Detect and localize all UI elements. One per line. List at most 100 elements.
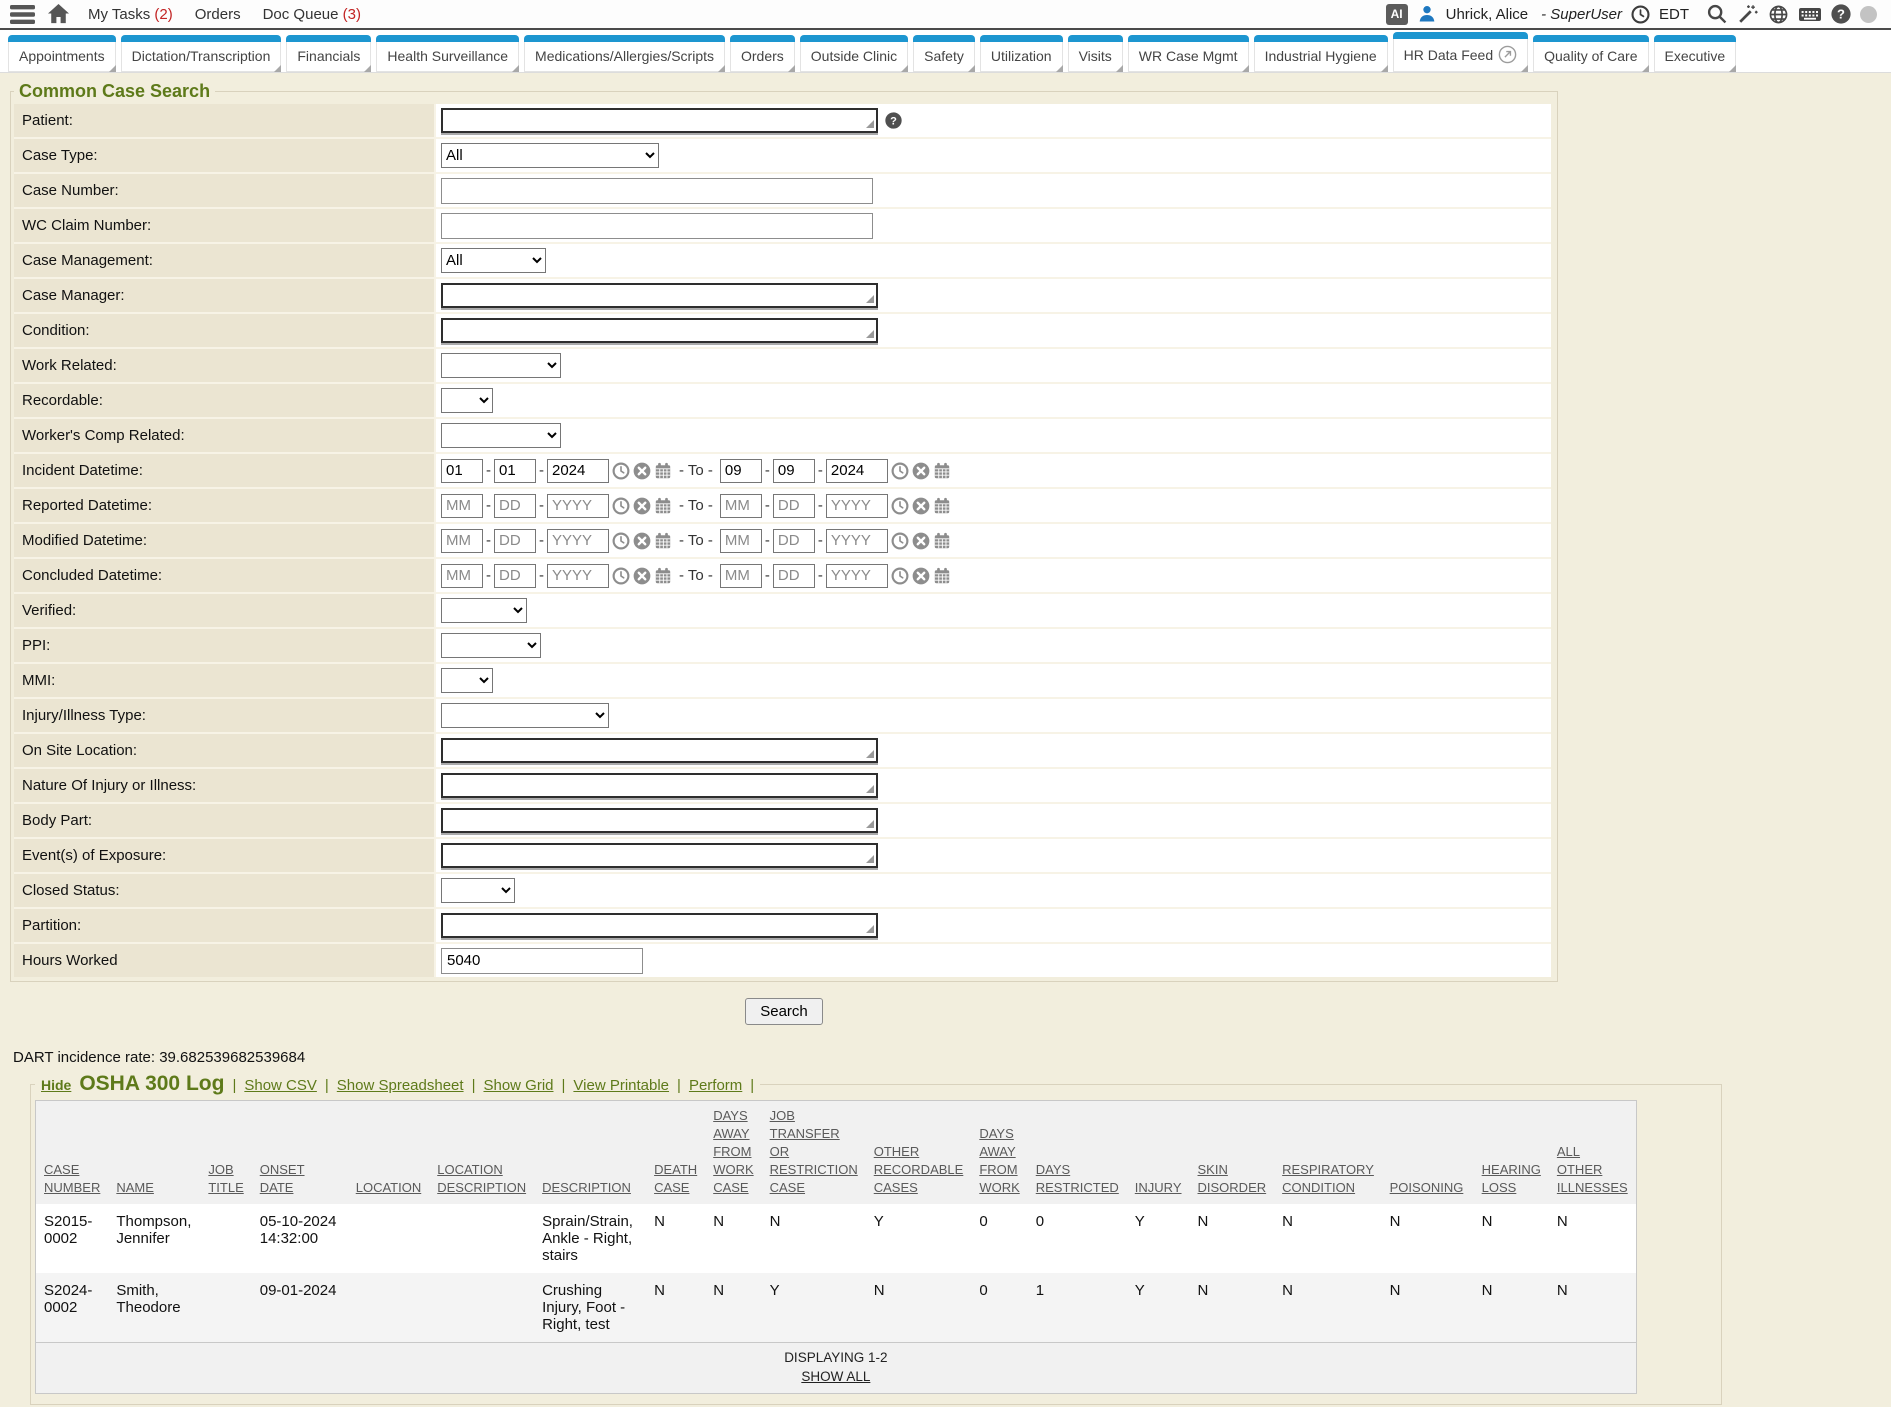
help-icon[interactable]: ? (1831, 4, 1851, 24)
column-sort-link[interactable]: ALL OTHER ILLNESSES (1557, 1144, 1628, 1195)
calendar-picker-icon[interactable] (654, 532, 672, 550)
search-button[interactable]: Search (745, 998, 823, 1025)
wand-icon[interactable] (1737, 3, 1759, 25)
condition-input[interactable] (441, 318, 878, 343)
tab-medications-allergies-scripts[interactable]: Medications/Allergies/Scripts (524, 36, 725, 72)
calendar-picker-icon[interactable] (654, 567, 672, 585)
clear-date-icon[interactable] (633, 462, 651, 480)
time-picker-icon[interactable] (891, 497, 909, 515)
tab-outside-clinic[interactable]: Outside Clinic (800, 36, 908, 72)
time-picker-icon[interactable] (891, 567, 909, 585)
hide-link[interactable]: Hide (41, 1077, 71, 1093)
case-manager-input[interactable] (441, 283, 878, 308)
closed-status-select[interactable] (441, 878, 515, 903)
time-picker-icon[interactable] (612, 532, 630, 550)
column-sort-link[interactable]: SKIN DISORDER (1198, 1162, 1267, 1195)
column-sort-link[interactable]: NAME (116, 1180, 154, 1195)
column-sort-link[interactable]: DESCRIPTION (542, 1180, 631, 1195)
modified-datetime-to-month[interactable] (720, 529, 762, 553)
column-sort-link[interactable]: DAYS AWAY FROM WORK CASE (713, 1108, 753, 1195)
tab-industrial-hygiene[interactable]: Industrial Hygiene (1254, 36, 1388, 72)
calendar-picker-icon[interactable] (933, 497, 951, 515)
reported-datetime-to-year[interactable] (826, 494, 888, 518)
case-number-input[interactable] (441, 178, 873, 204)
concluded-datetime-from-day[interactable] (494, 564, 536, 588)
calendar-picker-icon[interactable] (933, 462, 951, 480)
calendar-picker-icon[interactable] (654, 497, 672, 515)
case-management-select[interactable]: All (441, 248, 546, 273)
column-sort-link[interactable]: DAYS AWAY FROM WORK (979, 1126, 1019, 1195)
case-type-select[interactable]: All (441, 143, 659, 168)
modified-datetime-from-month[interactable] (441, 529, 483, 553)
modified-datetime-to-day[interactable] (773, 529, 815, 553)
tab-quality-of-care[interactable]: Quality of Care (1533, 36, 1648, 72)
ai-badge[interactable]: AI (1386, 4, 1408, 25)
search-icon[interactable] (1706, 3, 1728, 25)
concluded-datetime-to-day[interactable] (773, 564, 815, 588)
clear-date-icon[interactable] (912, 532, 930, 550)
reported-datetime-from-month[interactable] (441, 494, 483, 518)
tab-hr-data-feed[interactable]: HR Data Feed (1393, 33, 1528, 72)
partition-input[interactable] (441, 913, 878, 938)
topbar-menu-item-my-tasks[interactable]: My Tasks (2) (88, 6, 173, 23)
clear-date-icon[interactable] (912, 462, 930, 480)
clear-date-icon[interactable] (633, 497, 651, 515)
concluded-datetime-to-month[interactable] (720, 564, 762, 588)
column-sort-link[interactable]: JOB TRANSFER OR RESTRICTION CASE (770, 1108, 858, 1195)
tab-appointments[interactable]: Appointments (8, 36, 116, 72)
tab-utilization[interactable]: Utilization (980, 36, 1063, 72)
verified-select[interactable] (441, 598, 527, 623)
time-picker-icon[interactable] (891, 532, 909, 550)
wc-claim-number-input[interactable] (441, 213, 873, 239)
tab-executive[interactable]: Executive (1654, 36, 1737, 72)
column-sort-link[interactable]: OTHER RECORDABLE CASES (874, 1144, 964, 1195)
column-sort-link[interactable]: HEARING LOSS (1482, 1162, 1541, 1195)
reported-datetime-from-day[interactable] (494, 494, 536, 518)
reported-datetime-to-month[interactable] (720, 494, 762, 518)
patient-input[interactable] (441, 108, 878, 133)
table-row[interactable]: S2015-0002Thompson, Jennifer05-10-2024 1… (36, 1204, 1637, 1273)
view-printable-link[interactable]: View Printable (573, 1077, 669, 1094)
hamburger-menu-icon[interactable] (10, 5, 35, 24)
incident-datetime-from-month[interactable] (441, 459, 483, 483)
tab-wr-case-mgmt[interactable]: WR Case Mgmt (1128, 36, 1249, 72)
column-sort-link[interactable]: DAYS RESTRICTED (1036, 1162, 1119, 1195)
modified-datetime-from-day[interactable] (494, 529, 536, 553)
clear-date-icon[interactable] (912, 497, 930, 515)
time-picker-icon[interactable] (612, 567, 630, 585)
column-sort-link[interactable]: LOCATION (356, 1180, 422, 1195)
column-sort-link[interactable]: DEATH CASE (654, 1162, 697, 1195)
hours-worked-input[interactable] (441, 948, 643, 974)
recordable-select[interactable] (441, 388, 493, 413)
time-picker-icon[interactable] (612, 497, 630, 515)
clear-date-icon[interactable] (633, 567, 651, 585)
tab-dictation-transcription[interactable]: Dictation/Transcription (121, 36, 282, 72)
injury-illness-type-select[interactable] (441, 703, 609, 728)
show-csv-link[interactable]: Show CSV (244, 1077, 317, 1094)
time-picker-icon[interactable] (612, 462, 630, 480)
column-sort-link[interactable]: ONSET DATE (260, 1162, 305, 1195)
tab-visits[interactable]: Visits (1068, 36, 1123, 72)
tab-safety[interactable]: Safety (913, 36, 975, 72)
table-row[interactable]: S2024-0002Smith, Theodore09-01-2024Crush… (36, 1273, 1637, 1343)
topbar-menu-item-doc-queue[interactable]: Doc Queue (3) (263, 6, 361, 23)
perform-link[interactable]: Perform (689, 1077, 742, 1094)
incident-datetime-from-year[interactable] (547, 459, 609, 483)
incident-datetime-to-year[interactable] (826, 459, 888, 483)
calendar-picker-icon[interactable] (933, 567, 951, 585)
modified-datetime-to-year[interactable] (826, 529, 888, 553)
globe-icon[interactable] (1768, 4, 1789, 25)
tab-health-surveillance[interactable]: Health Surveillance (376, 36, 519, 72)
column-sort-link[interactable]: RESPIRATORY CONDITION (1282, 1162, 1374, 1195)
tab-orders[interactable]: Orders (730, 36, 795, 72)
column-sort-link[interactable]: JOB TITLE (208, 1162, 243, 1195)
clear-date-icon[interactable] (633, 532, 651, 550)
concluded-datetime-to-year[interactable] (826, 564, 888, 588)
calendar-picker-icon[interactable] (654, 462, 672, 480)
reported-datetime-to-day[interactable] (773, 494, 815, 518)
concluded-datetime-from-month[interactable] (441, 564, 483, 588)
nature-of-injury-or-illness-input[interactable] (441, 773, 878, 798)
incident-datetime-from-day[interactable] (494, 459, 536, 483)
time-picker-icon[interactable] (891, 462, 909, 480)
event-s-of-exposure-input[interactable] (441, 843, 878, 868)
